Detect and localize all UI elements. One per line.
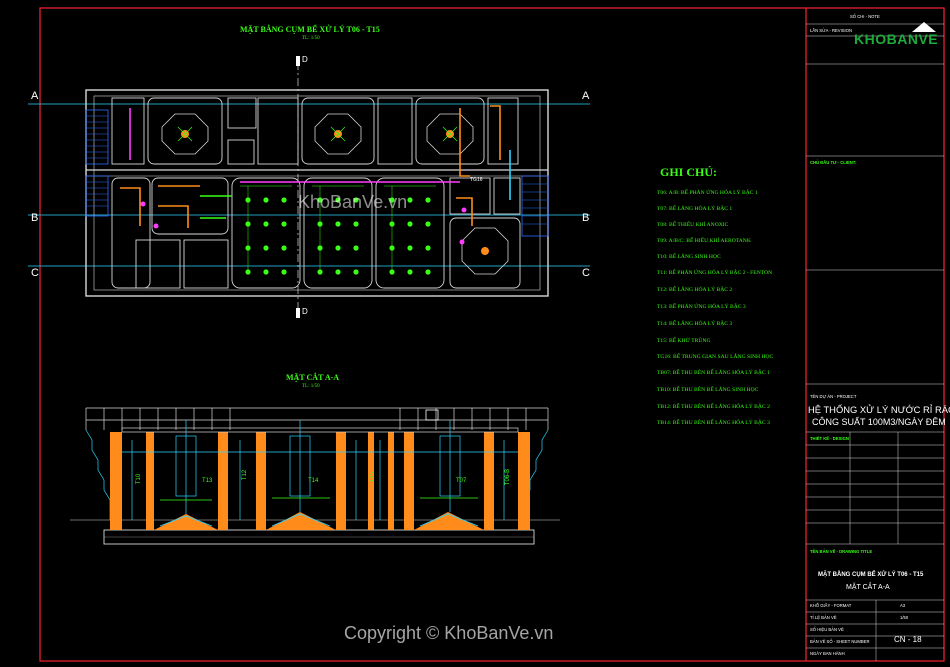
note-item: TB12: BỂ THU BÊN BỂ LẮNG HÓA LÝ BẬC 2 <box>657 404 770 410</box>
tb-design-label: THIẾT KẾ - DESIGN <box>810 436 849 441</box>
note-item: T07: BỂ LẮNG HÓA LÝ BẬC 1 <box>657 206 733 212</box>
note-item: TB14: BỂ THU BÊN BỂ LẮNG HÓA LÝ BẬC 3 <box>657 420 770 426</box>
watermark-copyright: Copyright © KhoBanVe.vn <box>344 623 554 643</box>
note-item: TB10: BỂ THU BÊN BỂ LẮNG SINH HỌC <box>657 387 759 393</box>
section-label-t10: T10 <box>136 473 143 485</box>
plan-scale: TL: 1/50 <box>302 36 320 41</box>
plan-title: MẶT BẰNG CỤM BỂ XỬ LÝ T06 - T15 <box>240 25 380 34</box>
watermark-center: KhoBanVe.vn <box>298 192 408 212</box>
tb-drawing-name-1: MẶT BẰNG CỤM BỂ XỬ LÝ T06 - T15 <box>818 572 924 578</box>
note-item: T11: BỂ PHẢN ỨNG HÓA LÝ BẬC 2 - FENTON <box>657 270 773 276</box>
axis-c-left: C <box>31 267 39 279</box>
section-label-t13: T13 <box>202 478 213 484</box>
plan-view <box>28 56 590 318</box>
note-item: T06: A/B: BỂ PHẢN ỨNG HÓA LÝ BẬC 1 <box>657 190 758 196</box>
tb-revision-row: LẦN SỬA - REVISION <box>810 28 852 33</box>
note-item: T10: BỂ LẮNG SINH HỌC <box>657 254 721 260</box>
tb-note-row: SỐ CHI - NOTE <box>850 14 880 19</box>
tb-scale-label: TỈ LỆ BẢN VẼ <box>810 615 837 620</box>
tb-issue-date-label: NGÀY BAN HÀNH <box>810 651 845 656</box>
note-item: T13: BỂ PHẢN ỨNG HÓA LÝ BẬC 3 <box>657 304 746 310</box>
tb-format-value: A3 <box>900 603 906 608</box>
tb-scale-value: 1/50 <box>900 615 909 620</box>
section-label-t07: T07 <box>456 478 467 484</box>
note-item: T14: BỂ LẮNG HÓA LÝ BẬC 3 <box>657 321 733 327</box>
tb-project-label: TÊN DỰ ÁN - PROJECT <box>810 394 857 399</box>
tb-sheet-label: BẢN VẼ SỐ - SHEET NUMBER <box>810 639 870 644</box>
section-mark-top: D <box>302 55 308 64</box>
notes-heading: GHI CHÚ: <box>660 165 717 179</box>
note-item: TG16: BỂ TRUNG GIAN SAU LẮNG SINH HỌC <box>657 354 774 360</box>
note-item: T09: A/B/C: BỂ HIẾU KHÍ AEROTANK <box>657 238 751 244</box>
note-item: TB07: BỂ THU BÊN BỂ LẮNG HÓA LÝ BẬC 1 <box>657 370 770 376</box>
tb-project-name-1: HỆ THỐNG XỬ LÝ NƯỚC RỈ RÁC <box>808 404 950 415</box>
tb-owner-label: CHỦ ĐẦU TƯ - CLIENT: <box>810 160 857 165</box>
tb-format-label: KHỔ GIẤY - FORMAT <box>810 603 852 608</box>
note-item: T12: BỂ LẮNG HÓA LÝ BẬC 2 <box>657 287 733 293</box>
section-mark-bottom: D <box>302 307 308 316</box>
title-block-grid <box>806 23 944 661</box>
axis-c-right: C <box>582 267 590 279</box>
section-label-t12: T12 <box>242 469 249 481</box>
tb-drawing-name-2: MẶT CẮT A-A <box>846 584 890 591</box>
axis-a-right: A <box>582 90 590 102</box>
watermark-logo-text: KHOBANVE <box>854 31 939 47</box>
section-label-t06b: T06-B <box>505 468 512 486</box>
drawing-sheet <box>28 7 945 662</box>
section-scale: TL: 1/50 <box>302 384 320 389</box>
tb-sheet-number: CN - 18 <box>894 635 922 644</box>
axis-a-left: A <box>31 90 39 102</box>
section-label-t15: T15 <box>370 471 377 483</box>
section-view <box>70 407 560 545</box>
axis-b-left: B <box>31 212 39 224</box>
axis-b-right: B <box>582 212 590 224</box>
tb-drawing-label: TÊN BẢN VẼ - DRAWING TITLE <box>810 549 873 554</box>
note-item: T08: BỂ THIẾU KHÍ ANOXIC <box>657 222 729 228</box>
tank-label-tg16: TG16 <box>470 177 483 183</box>
section-label-t14: T14 <box>308 478 319 484</box>
watermark-logo: KHOBANVE <box>850 22 942 54</box>
tb-project-name-2: CÔNG SUẤT 100M3/NGÀY ĐÊM <box>812 417 946 427</box>
section-title: MẶT CẮT A-A <box>286 373 340 382</box>
tb-drawing-code-label: SỐ HIỆU BẢN VẼ <box>810 627 844 632</box>
note-item: T15: BỂ KHỬ TRÙNG <box>657 338 711 344</box>
